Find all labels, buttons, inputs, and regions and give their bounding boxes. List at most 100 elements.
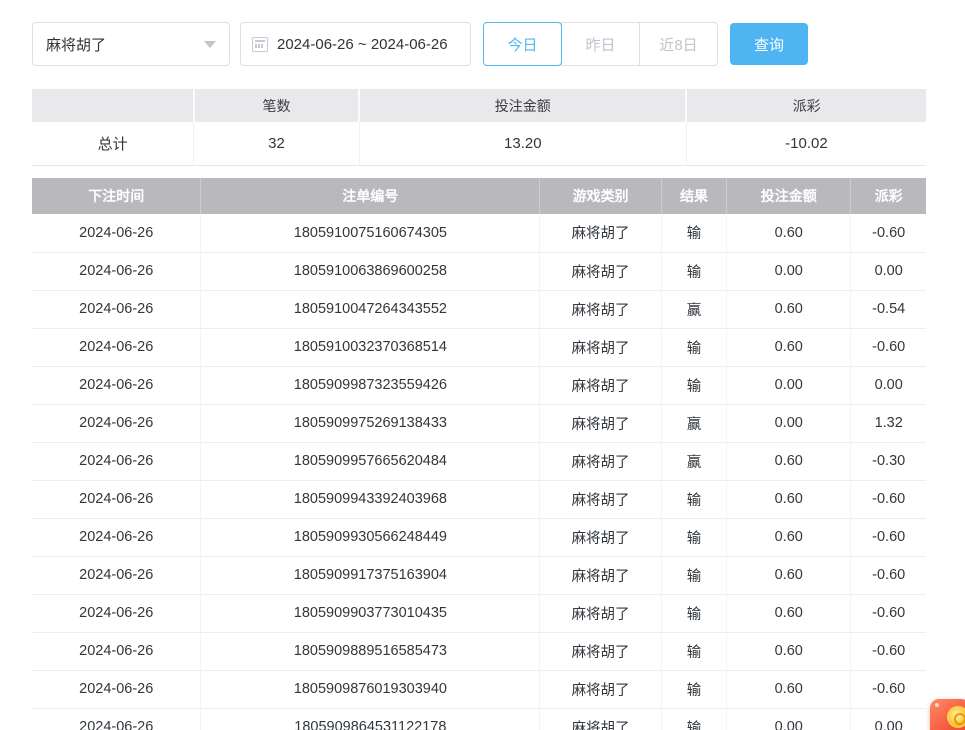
col-header-bet-amount: 投注金额 bbox=[727, 178, 851, 214]
cell-result: 输 bbox=[661, 518, 726, 556]
summary-total-payout: -10.02 bbox=[686, 122, 926, 165]
col-header-payout: 派彩 bbox=[851, 178, 926, 214]
cell-order-id: 1805909903773010435 bbox=[201, 594, 540, 632]
cell-order-id: 1805909889516585473 bbox=[201, 632, 540, 670]
col-header-order-id: 注单编号 bbox=[201, 178, 540, 214]
summary-header-payout: 派彩 bbox=[686, 89, 926, 122]
game-select[interactable]: 麻将胡了 bbox=[32, 22, 230, 66]
date-range-input[interactable]: 2024-06-26 ~ 2024-06-26 bbox=[240, 22, 471, 66]
col-header-bet-time: 下注时间 bbox=[32, 178, 201, 214]
sparkle-dot bbox=[935, 703, 939, 707]
cell-bet-time: 2024-06-26 bbox=[32, 518, 201, 556]
table-row: 2024-06-261805909987323559426麻将胡了输0.000.… bbox=[32, 366, 926, 404]
cell-result: 输 bbox=[661, 670, 726, 708]
cell-bet-amount: 0.60 bbox=[727, 442, 851, 480]
cell-bet-time: 2024-06-26 bbox=[32, 480, 201, 518]
cell-order-id: 1805909943392403968 bbox=[201, 480, 540, 518]
query-button[interactable]: 查询 bbox=[730, 23, 808, 65]
cell-game-category: 麻将胡了 bbox=[540, 252, 662, 290]
table-row: 2024-06-261805910047264343552麻将胡了赢0.60-0… bbox=[32, 290, 926, 328]
cell-bet-amount: 0.00 bbox=[727, 708, 851, 730]
cell-payout: -0.60 bbox=[851, 632, 926, 670]
cell-game-category: 麻将胡了 bbox=[540, 556, 662, 594]
cell-bet-amount: 0.60 bbox=[727, 556, 851, 594]
clipped-text-fragment bbox=[55, 0, 85, 4]
summary-total-bet-amount: 13.20 bbox=[359, 122, 686, 165]
cell-bet-amount: 0.60 bbox=[727, 518, 851, 556]
table-row: 2024-06-261805910032370368514麻将胡了输0.60-0… bbox=[32, 328, 926, 366]
cell-result: 输 bbox=[661, 366, 726, 404]
last-8-days-button[interactable]: 近8日 bbox=[639, 22, 718, 66]
summary-header-bet-amount: 投注金额 bbox=[359, 89, 686, 122]
cell-order-id: 1805909930566248449 bbox=[201, 518, 540, 556]
cell-game-category: 麻将胡了 bbox=[540, 366, 662, 404]
cell-bet-time: 2024-06-26 bbox=[32, 632, 201, 670]
cell-result: 赢 bbox=[661, 442, 726, 480]
cell-payout: -0.60 bbox=[851, 480, 926, 518]
cell-payout: -0.60 bbox=[851, 214, 926, 252]
cell-order-id: 1805909975269138433 bbox=[201, 404, 540, 442]
cell-bet-time: 2024-06-26 bbox=[32, 252, 201, 290]
cell-bet-amount: 0.60 bbox=[727, 632, 851, 670]
table-row: 2024-06-261805909917375163904麻将胡了输0.60-0… bbox=[32, 556, 926, 594]
cell-bet-time: 2024-06-26 bbox=[32, 556, 201, 594]
cell-bet-time: 2024-06-26 bbox=[32, 214, 201, 252]
cell-bet-amount: 0.60 bbox=[727, 328, 851, 366]
cell-bet-amount: 0.60 bbox=[727, 670, 851, 708]
cell-bet-time: 2024-06-26 bbox=[32, 442, 201, 480]
bet-table-body: 2024-06-261805910075160674305麻将胡了输0.60-0… bbox=[32, 214, 926, 730]
cell-result: 输 bbox=[661, 594, 726, 632]
cell-order-id: 1805909864531122178 bbox=[201, 708, 540, 730]
cell-result: 输 bbox=[661, 214, 726, 252]
cell-result: 输 bbox=[661, 252, 726, 290]
today-button[interactable]: 今日 bbox=[483, 22, 562, 66]
game-select-value: 麻将胡了 bbox=[46, 34, 106, 55]
col-header-game-category: 游戏类别 bbox=[540, 178, 662, 214]
cell-payout: -0.60 bbox=[851, 518, 926, 556]
cell-game-category: 麻将胡了 bbox=[540, 594, 662, 632]
cell-bet-amount: 0.60 bbox=[727, 594, 851, 632]
summary-total-row: 总计 32 13.20 -10.02 bbox=[32, 122, 926, 165]
cell-payout: -0.60 bbox=[851, 328, 926, 366]
calendar-icon bbox=[252, 37, 268, 52]
cell-bet-time: 2024-06-26 bbox=[32, 328, 201, 366]
cell-order-id: 1805910047264343552 bbox=[201, 290, 540, 328]
summary-header-count: 笔数 bbox=[194, 89, 359, 122]
table-row: 2024-06-261805909930566248449麻将胡了输0.60-0… bbox=[32, 518, 926, 556]
table-row: 2024-06-261805909957665620484麻将胡了赢0.60-0… bbox=[32, 442, 926, 480]
cell-result: 输 bbox=[661, 708, 726, 730]
cell-bet-amount: 0.60 bbox=[727, 290, 851, 328]
summary-total-label: 总计 bbox=[32, 122, 194, 165]
cell-order-id: 1805909876019303940 bbox=[201, 670, 540, 708]
cell-result: 赢 bbox=[661, 290, 726, 328]
cell-bet-time: 2024-06-26 bbox=[32, 366, 201, 404]
cell-game-category: 麻将胡了 bbox=[540, 442, 662, 480]
red-envelope-widget[interactable] bbox=[930, 699, 965, 730]
table-row: 2024-06-261805909876019303940麻将胡了输0.60-0… bbox=[32, 670, 926, 708]
cell-order-id: 1805910032370368514 bbox=[201, 328, 540, 366]
cell-payout: -0.54 bbox=[851, 290, 926, 328]
table-row: 2024-06-261805910075160674305麻将胡了输0.60-0… bbox=[32, 214, 926, 252]
cell-order-id: 1805910075160674305 bbox=[201, 214, 540, 252]
cell-order-id: 1805909917375163904 bbox=[201, 556, 540, 594]
cell-game-category: 麻将胡了 bbox=[540, 214, 662, 252]
filter-toolbar: 麻将胡了 2024-06-26 ~ 2024-06-26 今日 昨日 近8日 查… bbox=[32, 22, 808, 66]
cell-result: 输 bbox=[661, 328, 726, 366]
table-row: 2024-06-261805909903773010435麻将胡了输0.60-0… bbox=[32, 594, 926, 632]
cell-payout: -0.30 bbox=[851, 442, 926, 480]
cell-bet-amount: 0.60 bbox=[727, 480, 851, 518]
cell-payout: 0.00 bbox=[851, 252, 926, 290]
table-row: 2024-06-261805910063869600258麻将胡了输0.000.… bbox=[32, 252, 926, 290]
cell-order-id: 1805910063869600258 bbox=[201, 252, 540, 290]
cell-game-category: 麻将胡了 bbox=[540, 404, 662, 442]
cell-bet-time: 2024-06-26 bbox=[32, 670, 201, 708]
date-range-value: 2024-06-26 ~ 2024-06-26 bbox=[277, 36, 448, 53]
cell-payout: -0.60 bbox=[851, 594, 926, 632]
cell-game-category: 麻将胡了 bbox=[540, 632, 662, 670]
table-row: 2024-06-261805909889516585473麻将胡了输0.60-0… bbox=[32, 632, 926, 670]
cell-bet-amount: 0.00 bbox=[727, 252, 851, 290]
yesterday-button[interactable]: 昨日 bbox=[561, 22, 640, 66]
cell-result: 赢 bbox=[661, 404, 726, 442]
summary-table: 笔数 投注金额 派彩 总计 32 13.20 -10.02 bbox=[32, 89, 926, 166]
cell-payout: 0.00 bbox=[851, 708, 926, 730]
